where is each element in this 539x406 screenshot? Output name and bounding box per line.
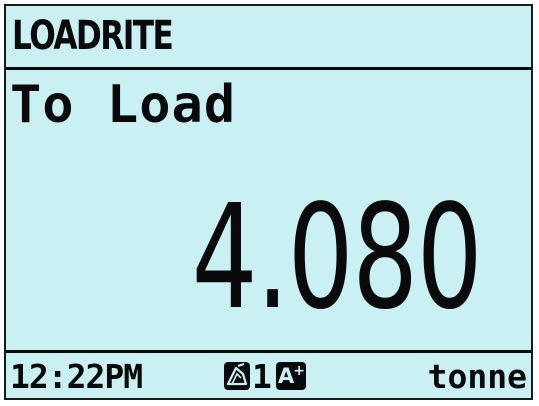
bucket-number: 1: [252, 357, 272, 396]
lcd-screen: LOADRITE To Load 4.080 12:22PM 1 A+ tonn…: [4, 4, 533, 400]
header-divider: [6, 67, 531, 70]
mode-label: To Load: [10, 75, 237, 135]
status-bar: 12:22PM 1 A+ tonne: [6, 353, 531, 398]
brand-label: LOADRITE: [12, 13, 174, 59]
clock-time: 12:22PM: [10, 357, 143, 396]
unit-label: tonne: [427, 357, 527, 396]
auto-add-icon: A+: [276, 362, 306, 390]
auto-add-icon-plus: +: [293, 363, 305, 379]
bucket-icon: [224, 362, 250, 390]
weight-readout: 4.080: [191, 173, 482, 341]
auto-add-icon-letter: A: [278, 364, 294, 388]
